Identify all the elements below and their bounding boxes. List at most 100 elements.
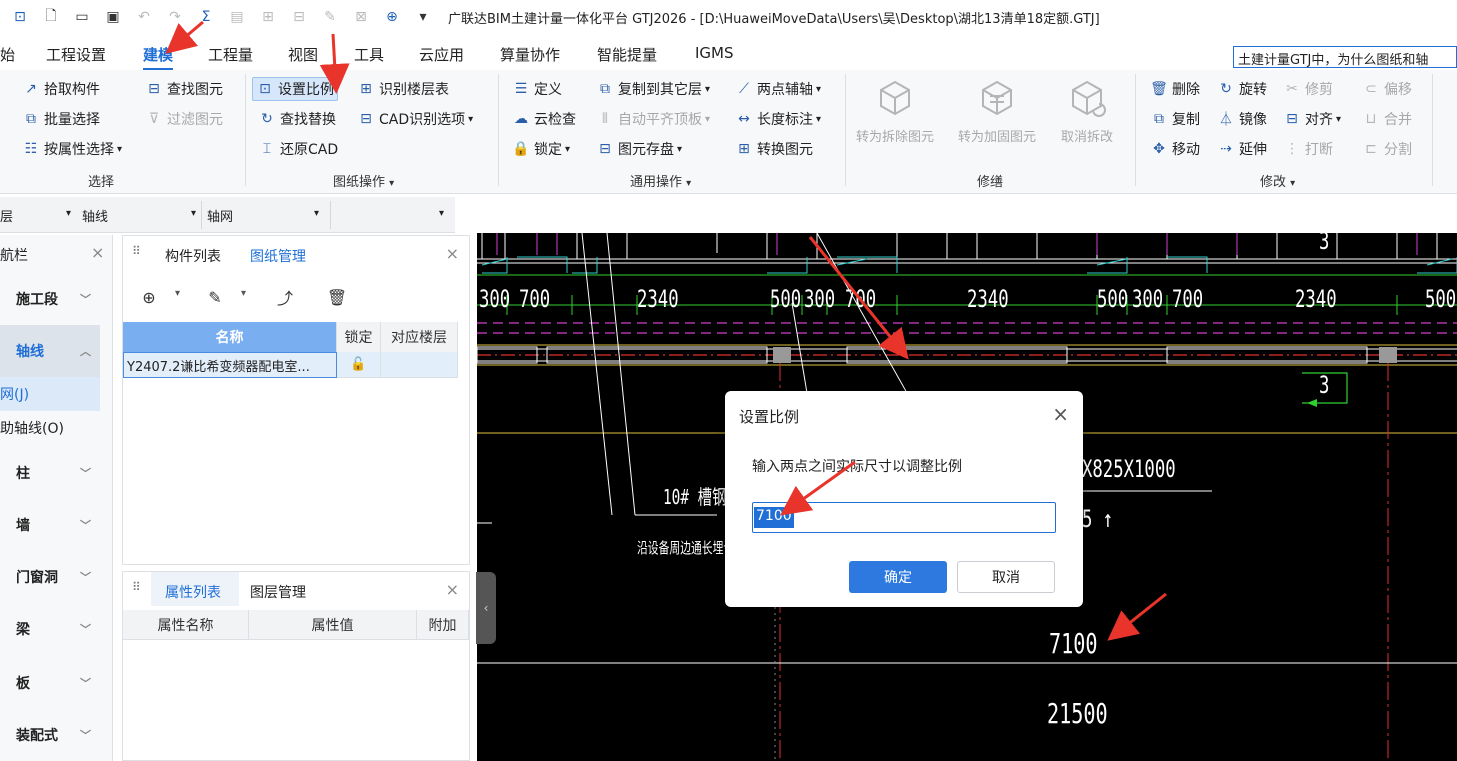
close-icon[interactable]: × xyxy=(91,243,104,262)
column-header-name[interactable]: 名称 xyxy=(123,322,337,352)
app-logo-icon[interactable]: ⊡ xyxy=(9,6,31,28)
chevron-down-icon[interactable]: ▾ xyxy=(241,288,246,299)
actual-size-input[interactable] xyxy=(752,502,1056,533)
offset-button[interactable]: ⊂ 偏移 xyxy=(1362,77,1412,101)
tab-cloud-apps[interactable]: 云应用 xyxy=(419,44,464,71)
auto-align-top-button[interactable]: ⫴ 自动平齐顶板 ▾ xyxy=(596,107,710,131)
delete-button[interactable]: 🗑 删除 xyxy=(1150,77,1200,101)
drag-handle-icon[interactable]: ⠿ xyxy=(132,580,141,594)
convert-to-demolish-button[interactable]: 转为拆除图元 xyxy=(856,78,934,145)
ok-button[interactable]: 确定 xyxy=(849,561,947,593)
nav-subitem-grid[interactable]: 网(J) xyxy=(0,377,100,411)
mirror-button[interactable]: ⏃ 镜像 xyxy=(1217,107,1267,131)
trash-icon[interactable]: 🗑 xyxy=(323,284,351,310)
identify-floor-table-button[interactable]: ⊞ 识别楼层表 xyxy=(357,77,449,101)
floor-select[interactable]: 层 xyxy=(0,206,13,225)
collapse-panel-button[interactable]: ‹ xyxy=(476,572,496,644)
report-icon[interactable]: ▤ xyxy=(226,6,248,28)
tab-project-settings[interactable]: 工程设置 xyxy=(46,44,106,71)
layout-icon[interactable]: ⊠ xyxy=(350,6,372,28)
nav-item-column[interactable]: 柱 ﹀ xyxy=(0,447,100,499)
nav-item-slab[interactable]: 板 ﹀ xyxy=(0,657,100,709)
cancel-button[interactable]: 取消 xyxy=(957,561,1055,593)
find-replace-button[interactable]: ↻ 查找替换 xyxy=(258,107,336,131)
tab-start[interactable]: 始 xyxy=(0,44,15,71)
break-button[interactable]: ⋮ 打断 xyxy=(1283,137,1333,161)
tab-smart-extract[interactable]: 智能提量 xyxy=(597,44,657,71)
type-select[interactable]: 轴网 xyxy=(207,206,233,225)
nav-item-door-window[interactable]: 门窗洞 ﹀ xyxy=(0,551,100,603)
tab-igms[interactable]: IGMS xyxy=(695,44,734,68)
column-header-floor[interactable]: 对应楼层 xyxy=(381,322,458,352)
lock-icon[interactable]: 🔓 xyxy=(337,352,381,378)
chevron-down-icon[interactable]: ▾ xyxy=(314,208,319,219)
copy-to-other-floor-button[interactable]: ⧉ 复制到其它层 ▾ xyxy=(596,77,710,101)
edit-drawing-icon[interactable]: ✎ xyxy=(201,284,229,310)
sum-icon[interactable]: Σ xyxy=(195,6,217,28)
edit-icon[interactable]: ✎ xyxy=(319,6,341,28)
column-header-extra[interactable]: 附加 xyxy=(417,610,469,640)
close-icon[interactable]: × xyxy=(1052,402,1069,426)
drawing-row-floor[interactable] xyxy=(381,352,458,378)
drag-handle-icon[interactable]: ⠿ xyxy=(132,244,141,258)
convert-to-reinforce-button[interactable]: 转为加固图元 xyxy=(958,78,1036,145)
customize-dropdown-icon[interactable]: ▾ xyxy=(412,6,434,28)
table-icon[interactable]: ⊟ xyxy=(288,6,310,28)
save-element-button[interactable]: ⊟ 图元存盘 ▾ xyxy=(596,137,682,161)
move-button[interactable]: ✥ 移动 xyxy=(1150,137,1200,161)
split-button[interactable]: ⊏ 分割 xyxy=(1362,137,1412,161)
rotate-button[interactable]: ↻ 旋转 xyxy=(1217,77,1267,101)
extend-button[interactable]: ⇢ 延伸 xyxy=(1217,137,1267,161)
pick-component-button[interactable]: ↗ 拾取构件 xyxy=(22,77,100,101)
cloud-check-button[interactable]: ☁ 云检查 xyxy=(512,107,576,131)
length-dimension-button[interactable]: ↔ 长度标注 ▾ xyxy=(735,107,821,131)
close-icon[interactable]: × xyxy=(446,244,459,263)
align-button[interactable]: ⊟ 对齐 ▾ xyxy=(1283,107,1341,131)
tab-quantities[interactable]: 工程量 xyxy=(208,44,253,71)
split-drawing-icon[interactable]: ⤴ xyxy=(271,284,299,310)
copy-button[interactable]: ⧉ 复制 xyxy=(1150,107,1200,131)
trim-button[interactable]: ✂ 修剪 xyxy=(1283,77,1333,101)
nav-item-wall[interactable]: 墙 ﹀ xyxy=(0,499,100,551)
close-icon[interactable]: × xyxy=(446,580,459,599)
chevron-down-icon[interactable]: ▾ xyxy=(439,208,444,219)
set-scale-button[interactable]: ⊡ 设置比例 xyxy=(252,77,338,101)
add-drawing-icon[interactable]: ⊕ xyxy=(135,284,163,310)
redo-icon[interactable]: ↷ xyxy=(164,6,186,28)
restore-cad-button[interactable]: ⌶ 还原CAD xyxy=(258,137,338,161)
tab-tools[interactable]: 工具 xyxy=(354,44,384,71)
nav-item-construction-stage[interactable]: 施工段 ﹀ xyxy=(0,273,100,325)
tab-component-list[interactable]: 构件列表 xyxy=(165,246,221,266)
cad-options-button[interactable]: ⊟ CAD识别选项 ▾ xyxy=(357,107,473,131)
merge-button[interactable]: ⊔ 合并 xyxy=(1362,107,1412,131)
column-header-property-name[interactable]: 属性名称 xyxy=(123,610,249,640)
column-header-property-value[interactable]: 属性值 xyxy=(249,610,417,640)
tab-modeling[interactable]: 建模 xyxy=(143,44,174,71)
help-search-input[interactable]: 土建计量GTJ中，为什么图纸和轴 xyxy=(1233,46,1457,68)
chevron-down-icon[interactable]: ▾ xyxy=(175,288,180,299)
tab-collaboration[interactable]: 算量协作 xyxy=(500,44,560,71)
convert-element-button[interactable]: ⊞ 转换图元 xyxy=(735,137,813,161)
tab-view[interactable]: 视图 xyxy=(288,44,318,71)
chevron-down-icon[interactable]: ▾ xyxy=(191,208,196,219)
define-button[interactable]: ☰ 定义 xyxy=(512,77,562,101)
select-by-attribute-button[interactable]: ☷ 按属性选择 ▾ xyxy=(22,137,122,161)
undo-icon[interactable]: ↶ xyxy=(133,6,155,28)
save-icon[interactable]: ▣ xyxy=(102,6,124,28)
chevron-down-icon[interactable]: ▾ xyxy=(66,208,71,219)
lock-button[interactable]: 🔒 锁定 ▾ xyxy=(512,137,570,161)
nav-item-beam[interactable]: 梁 ﹀ xyxy=(0,603,100,655)
nav-item-prefab[interactable]: 装配式 ﹀ xyxy=(0,709,100,761)
find-element-button[interactable]: ⊟ 查找图元 xyxy=(145,77,223,101)
cancel-demolish-button[interactable]: 取消拆改 xyxy=(1061,78,1113,145)
drawing-row-name[interactable]: Y2407.2谦比希变频器配电室... xyxy=(123,352,337,378)
new-file-icon[interactable]: 🗋 xyxy=(40,6,62,28)
nav-item-axis[interactable]: 轴线 ︿ xyxy=(0,325,100,377)
nav-subitem-aux-axis[interactable]: 助轴线(O) xyxy=(0,411,100,445)
import-icon[interactable]: ⊕ xyxy=(381,6,403,28)
tab-layer-management[interactable]: 图层管理 xyxy=(250,582,306,602)
batch-select-button[interactable]: ⧉ 批量选择 xyxy=(22,107,100,131)
two-point-axis-button[interactable]: ⟋ 两点辅轴 ▾ xyxy=(735,77,821,101)
column-header-lock[interactable]: 锁定 xyxy=(337,322,381,352)
grid-icon[interactable]: ⊞ xyxy=(257,6,279,28)
